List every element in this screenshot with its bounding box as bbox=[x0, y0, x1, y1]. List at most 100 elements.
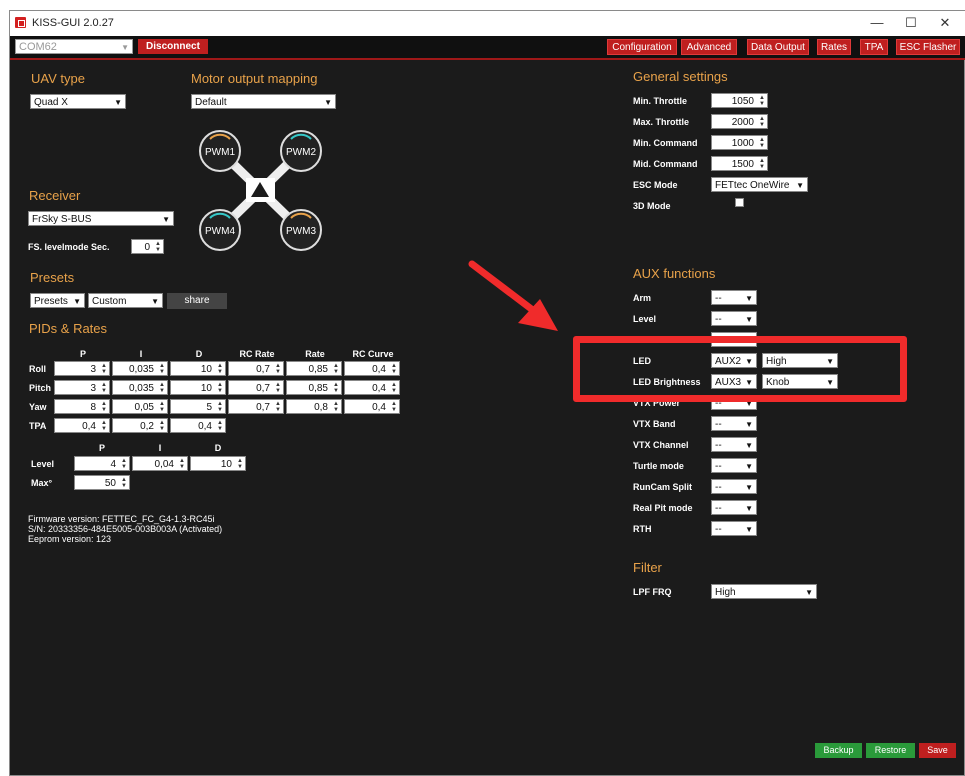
max-angle-input[interactable]: 50 ▲ ▼ bbox=[74, 475, 130, 490]
motor-mapping-select[interactable]: Default ▼ bbox=[191, 94, 336, 109]
aux-channel-select-level[interactable]: -- ▼ bbox=[711, 311, 757, 326]
spinner-icon[interactable]: ▲ ▼ bbox=[333, 382, 339, 394]
pid-input[interactable]: 0,2 ▲ ▼ bbox=[112, 418, 168, 433]
filter-header: Filter bbox=[633, 560, 662, 575]
spinner-icon[interactable]: ▲ ▼ bbox=[217, 420, 223, 432]
pid-input[interactable]: 0,05 ▲ ▼ bbox=[112, 399, 168, 414]
restore-button[interactable]: Restore bbox=[866, 743, 915, 758]
level-input[interactable]: 0,04 ▲ ▼ bbox=[132, 456, 188, 471]
spinner-icon[interactable]: ▲ ▼ bbox=[333, 363, 339, 375]
spinner-icon[interactable]: ▲ ▼ bbox=[217, 401, 223, 413]
pid-input[interactable]: 0,7 ▲ ▼ bbox=[228, 399, 284, 414]
spinner-icon[interactable]: ▲ ▼ bbox=[159, 401, 165, 413]
aux-channel-select-runcam-split[interactable]: -- ▼ bbox=[711, 479, 757, 494]
aux-channel-select-rth[interactable]: -- ▼ bbox=[711, 521, 757, 536]
maximize-button[interactable]: ☐ bbox=[896, 13, 926, 33]
pid-input[interactable]: 0,4 ▲ ▼ bbox=[54, 418, 110, 433]
com-port-select[interactable]: COM62 ▼ bbox=[15, 39, 133, 54]
pid-input[interactable]: 0,85 ▲ ▼ bbox=[286, 380, 342, 395]
pid-input[interactable]: 10 ▲ ▼ bbox=[170, 361, 226, 376]
pid-input[interactable]: 5 ▲ ▼ bbox=[170, 399, 226, 414]
aux-channel-select-real-pit-mode[interactable]: -- ▼ bbox=[711, 500, 757, 515]
aux-channel-select-vtx-band-value: -- bbox=[715, 419, 722, 430]
spinner-icon[interactable]: ▲ ▼ bbox=[121, 477, 127, 489]
minimize-button[interactable]: — bbox=[862, 13, 892, 33]
pid-input[interactable]: 10 ▲ ▼ bbox=[170, 380, 226, 395]
pid-input[interactable]: 0,4 ▲ ▼ bbox=[344, 361, 400, 376]
backup-button[interactable]: Backup bbox=[815, 743, 862, 758]
save-button[interactable]: Save bbox=[919, 743, 956, 758]
tab-rates[interactable]: Rates bbox=[817, 39, 851, 55]
pid-input-value: 0,85 bbox=[308, 383, 328, 394]
pid-input[interactable]: 0,85 ▲ ▼ bbox=[286, 361, 342, 376]
spinner-icon[interactable]: ▲ ▼ bbox=[159, 420, 165, 432]
spinner-icon[interactable]: ▲ ▼ bbox=[217, 382, 223, 394]
spinner-icon[interactable]: ▲ ▼ bbox=[159, 382, 165, 394]
level-input-value: 10 bbox=[220, 459, 232, 470]
tab-tpa[interactable]: TPA bbox=[860, 39, 888, 55]
spinner-icon[interactable]: ▲ ▼ bbox=[159, 363, 165, 375]
spinner-icon[interactable]: ▲ ▼ bbox=[391, 401, 397, 413]
preset-custom-select[interactable]: Custom ▼ bbox=[88, 293, 163, 308]
receiver-select[interactable]: FrSky S-BUS ▼ bbox=[28, 211, 174, 226]
spinner-icon[interactable]: ▲ ▼ bbox=[121, 458, 127, 470]
max-throttle-input[interactable]: 2000 ▲ ▼ bbox=[711, 114, 768, 129]
level-input[interactable]: 10 ▲ ▼ bbox=[190, 456, 246, 471]
mode-3d-label: 3D Mode bbox=[633, 201, 671, 211]
spinner-icon[interactable]: ▲ ▼ bbox=[391, 382, 397, 394]
pid-input[interactable]: 0,4 ▲ ▼ bbox=[344, 399, 400, 414]
spinner-icon[interactable]: ▲ ▼ bbox=[101, 420, 107, 432]
spinner-icon[interactable]: ▲ ▼ bbox=[101, 382, 107, 394]
level-input[interactable]: 4 ▲ ▼ bbox=[74, 456, 130, 471]
pid-input[interactable]: 8 ▲ ▼ bbox=[54, 399, 110, 414]
spinner-icon[interactable]: ▲ ▼ bbox=[275, 363, 281, 375]
min-throttle-input[interactable]: 1050 ▲ ▼ bbox=[711, 93, 768, 108]
spinner-icon[interactable]: ▲ ▼ bbox=[237, 458, 243, 470]
lpf-frq-select[interactable]: High ▼ bbox=[711, 584, 817, 599]
spinner-icon[interactable]: ▲ ▼ bbox=[333, 401, 339, 413]
pid-input-value: 0,85 bbox=[308, 364, 328, 375]
spinner-icon[interactable]: ▲ ▼ bbox=[759, 95, 765, 107]
close-button[interactable]: ✕ bbox=[930, 13, 960, 33]
chevron-down-icon: ▼ bbox=[745, 420, 753, 429]
share-button[interactable]: share bbox=[167, 293, 227, 309]
aux-channel-select-turtle-mode[interactable]: -- ▼ bbox=[711, 458, 757, 473]
spinner-icon[interactable]: ▲ ▼ bbox=[155, 241, 161, 253]
spinner-icon[interactable]: ▲ ▼ bbox=[217, 363, 223, 375]
fs-levelmode-input[interactable]: 0 ▲ ▼ bbox=[131, 239, 164, 254]
min-command-input[interactable]: 1000 ▲ ▼ bbox=[711, 135, 768, 150]
disconnect-button[interactable]: Disconnect bbox=[138, 39, 208, 54]
pid-input[interactable]: 0,035 ▲ ▼ bbox=[112, 361, 168, 376]
uav-type-select[interactable]: Quad X ▼ bbox=[30, 94, 126, 109]
esc-mode-select[interactable]: FETtec OneWire ▼ bbox=[711, 177, 808, 192]
spinner-icon[interactable]: ▲ ▼ bbox=[101, 363, 107, 375]
mid-command-input[interactable]: 1500 ▲ ▼ bbox=[711, 156, 768, 171]
spinner-icon[interactable]: ▲ ▼ bbox=[759, 137, 765, 149]
pid-input[interactable]: 0,7 ▲ ▼ bbox=[228, 361, 284, 376]
tab-esc-flasher[interactable]: ESC Flasher bbox=[896, 39, 960, 55]
pid-input[interactable]: 0,7 ▲ ▼ bbox=[228, 380, 284, 395]
tab-data-output[interactable]: Data Output bbox=[747, 39, 809, 55]
pid-input[interactable]: 3 ▲ ▼ bbox=[54, 361, 110, 376]
spinner-icon[interactable]: ▲ ▼ bbox=[759, 116, 765, 128]
pid-input[interactable]: 3 ▲ ▼ bbox=[54, 380, 110, 395]
pid-input[interactable]: 0,4 ▲ ▼ bbox=[170, 418, 226, 433]
chevron-down-icon: ▼ bbox=[121, 43, 129, 52]
spinner-icon[interactable]: ▲ ▼ bbox=[275, 401, 281, 413]
spinner-icon[interactable]: ▲ ▼ bbox=[275, 382, 281, 394]
spinner-icon[interactable]: ▲ ▼ bbox=[759, 158, 765, 170]
presets-select[interactable]: Presets ▼ bbox=[30, 293, 85, 308]
chevron-down-icon: ▼ bbox=[805, 588, 813, 597]
aux-channel-select-arm[interactable]: -- ▼ bbox=[711, 290, 757, 305]
mode-3d-checkbox[interactable] bbox=[735, 198, 744, 207]
pid-input[interactable]: 0,035 ▲ ▼ bbox=[112, 380, 168, 395]
pid-input[interactable]: 0,8 ▲ ▼ bbox=[286, 399, 342, 414]
pid-input[interactable]: 0,4 ▲ ▼ bbox=[344, 380, 400, 395]
tab-configuration[interactable]: Configuration bbox=[607, 39, 677, 55]
aux-channel-select-vtx-band[interactable]: -- ▼ bbox=[711, 416, 757, 431]
tab-advanced[interactable]: Advanced bbox=[681, 39, 737, 55]
spinner-icon[interactable]: ▲ ▼ bbox=[101, 401, 107, 413]
spinner-icon[interactable]: ▲ ▼ bbox=[179, 458, 185, 470]
spinner-icon[interactable]: ▲ ▼ bbox=[391, 363, 397, 375]
aux-channel-select-vtx-channel[interactable]: -- ▼ bbox=[711, 437, 757, 452]
